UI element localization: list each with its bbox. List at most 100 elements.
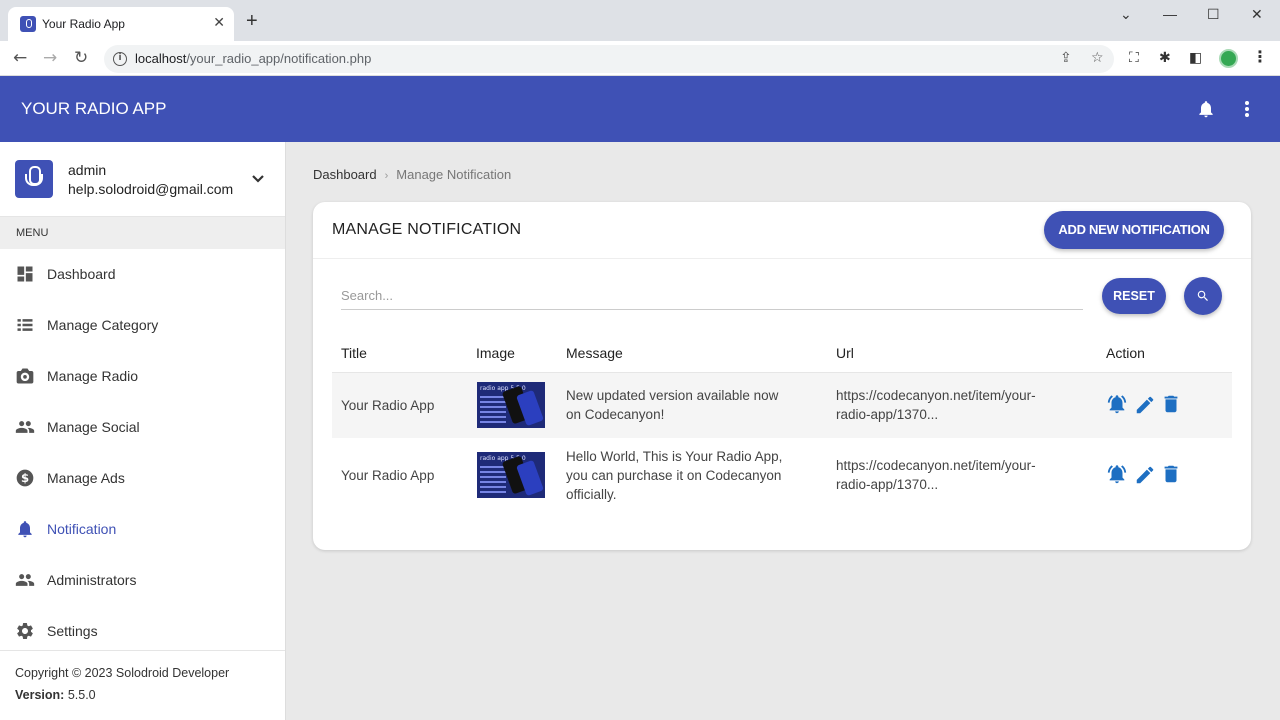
user-name: admin <box>68 162 107 178</box>
search-button[interactable] <box>1184 277 1222 315</box>
version-label: Version: <box>15 688 65 702</box>
sidebar-item-label: Settings <box>47 623 98 639</box>
tab-close-icon[interactable]: ✕ <box>213 14 225 31</box>
menu-label: MENU <box>16 227 49 239</box>
copyright-text: Copyright © 2023 Solodroid Developer <box>15 666 230 680</box>
people-icon <box>15 421 35 433</box>
notification-image: radio app 5.5.0 <box>477 452 545 498</box>
minimize-button[interactable]: — <box>1163 6 1177 22</box>
delete-icon[interactable] <box>1160 463 1182 485</box>
tab-search-icon[interactable]: ⌄ <box>1120 6 1132 23</box>
user-info: admin help.solodroid@gmail.com <box>0 142 285 217</box>
column-header-title: Title <box>341 345 367 361</box>
sidebar-item-administrators[interactable]: Administrators <box>0 555 285 606</box>
address-bar[interactable]: i localhost/your_radio_app/notification.… <box>104 45 1114 73</box>
breadcrumb: Dashboard › Manage Notification <box>313 167 511 182</box>
radio-icon <box>16 368 34 384</box>
close-window-button[interactable]: ✕ <box>1251 6 1263 23</box>
sidebar-item-manage-social[interactable]: Manage Social <box>0 402 285 453</box>
back-icon[interactable]: ← <box>13 48 27 68</box>
bookmark-star-icon[interactable]: ☆ <box>1091 50 1104 66</box>
breadcrumb-home[interactable]: Dashboard <box>313 167 377 182</box>
column-header-url: Url <box>836 345 854 361</box>
edit-icon[interactable] <box>1134 394 1156 416</box>
side-panel-icon[interactable]: ◧ <box>1189 50 1202 66</box>
reload-icon[interactable]: ↻ <box>74 48 88 68</box>
notification-bell-icon[interactable] <box>1196 99 1216 119</box>
browser-tab-bar: Your Radio App ✕ + ⌄ — ☐ ✕ <box>0 0 1280 41</box>
browser-toolbar: ← → ↻ i localhost/your_radio_app/notific… <box>0 41 1280 76</box>
version-value: 5.5.0 <box>67 688 96 702</box>
image-text-lines <box>480 466 506 494</box>
info-icon[interactable]: i <box>113 52 127 66</box>
message-line: on Codecanyon! <box>566 407 665 422</box>
row-title: Your Radio App <box>341 398 435 413</box>
add-notification-button[interactable]: ADD NEW NOTIFICATION <box>1044 211 1224 249</box>
people-icon <box>15 574 35 586</box>
chevron-down-icon[interactable] <box>251 174 265 184</box>
app-name[interactable]: YOUR RADIO APP <box>21 99 166 119</box>
column-header-image: Image <box>476 345 515 361</box>
more-vert-icon[interactable] <box>1244 100 1250 118</box>
sidebar-item-label: Dashboard <box>47 266 116 282</box>
bell-icon <box>18 521 32 538</box>
delete-icon[interactable] <box>1160 393 1182 415</box>
sidebar-item-label: Administrators <box>47 572 137 588</box>
sidebar: admin help.solodroid@gmail.com MENU Dash… <box>0 142 286 720</box>
send-notification-icon[interactable] <box>1106 393 1128 415</box>
reset-button[interactable]: RESET <box>1102 278 1166 314</box>
url-path: /your_radio_app/notification.php <box>186 51 372 66</box>
sidebar-item-dashboard[interactable]: Dashboard <box>0 249 285 300</box>
svg-text:$: $ <box>21 471 29 485</box>
dashboard-icon <box>17 266 33 282</box>
card-divider <box>313 258 1251 259</box>
url-host: localhost <box>135 51 187 66</box>
message-line: officially. <box>566 487 617 502</box>
row-message: New updated version available now on Code… <box>566 386 778 424</box>
sidebar-item-notification[interactable]: Notification <box>0 504 285 555</box>
table-row: Your Radio App radio app 5.5.0 Hello Wor… <box>332 438 1232 508</box>
sidebar-item-label: Manage Category <box>47 317 159 333</box>
sidebar-item-label: Manage Radio <box>47 368 139 384</box>
version-text: Version: 5.5.0 <box>15 688 96 702</box>
row-message: Hello World, This is Your Radio App, you … <box>566 447 782 504</box>
sidebar-divider <box>0 650 285 651</box>
column-header-action: Action <box>1106 345 1145 361</box>
edit-icon[interactable] <box>1134 464 1156 486</box>
user-email: help.solodroid@gmail.com <box>68 181 234 197</box>
sidebar-item-manage-radio[interactable]: Manage Radio <box>0 351 285 402</box>
sidebar-item-manage-category[interactable]: Manage Category <box>0 300 285 351</box>
list-icon <box>17 319 33 331</box>
page-title: MANAGE NOTIFICATION <box>332 221 522 238</box>
table-row: Your Radio App radio app 5.5.0 New updat… <box>332 373 1232 438</box>
forward-icon[interactable]: → <box>43 48 57 68</box>
browser-tab[interactable]: Your Radio App ✕ <box>8 7 234 41</box>
app-header: YOUR RADIO APP <box>0 76 1280 142</box>
column-header-message: Message <box>566 345 623 361</box>
share-icon[interactable]: ⇪ <box>1060 50 1072 66</box>
send-notification-icon[interactable] <box>1106 463 1128 485</box>
breadcrumb-current: Manage Notification <box>396 167 512 182</box>
breadcrumb-separator: › <box>384 170 389 182</box>
url-line: radio-app/1370... <box>836 477 939 492</box>
tab-title: Your Radio App <box>42 17 125 31</box>
message-line: New updated version available now <box>566 388 779 403</box>
search-input[interactable] <box>341 282 1083 310</box>
url-line: https://codecanyon.net/item/your- <box>836 388 1036 403</box>
profile-avatar[interactable] <box>1219 49 1238 68</box>
sidebar-item-label: Manage Social <box>47 419 140 435</box>
restore-button[interactable]: ☐ <box>1207 6 1220 23</box>
new-tab-button[interactable]: + <box>246 11 258 31</box>
favicon-icon <box>20 16 36 32</box>
browser-menu-icon[interactable]: ⋮ <box>1252 47 1268 66</box>
url-line: https://codecanyon.net/item/your- <box>836 458 1036 473</box>
message-line: Hello World, This is Your Radio App, <box>566 449 783 464</box>
notification-image: radio app 5.5.0 <box>477 382 545 428</box>
message-line: you can purchase it on Codecanyon <box>566 468 782 483</box>
row-url: https://codecanyon.net/item/your-radio-a… <box>836 386 1036 424</box>
sidebar-item-label: Manage Ads <box>47 470 125 486</box>
screenshot-icon[interactable]: ⛶ <box>1129 50 1139 66</box>
extensions-icon[interactable]: ✱ <box>1159 50 1171 66</box>
sidebar-item-manage-ads[interactable]: $ Manage Ads <box>0 453 285 504</box>
search-icon <box>1197 290 1208 301</box>
